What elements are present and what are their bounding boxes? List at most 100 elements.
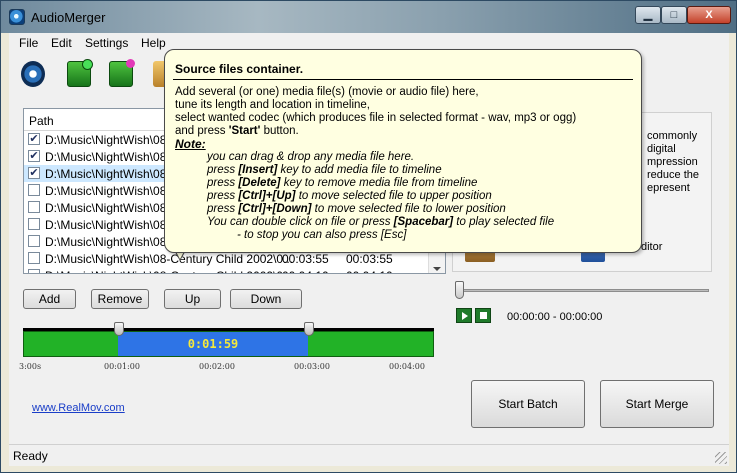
- editor-label: ditor: [641, 241, 663, 253]
- player-time: 00:00:00 - 00:00:00: [507, 311, 603, 323]
- row-path: D:\Music\NightWish\08-C: [45, 184, 180, 198]
- row-end: 00:03:55: [346, 252, 393, 266]
- maximize-button[interactable]: □: [661, 6, 687, 24]
- menu-edit[interactable]: Edit: [51, 36, 72, 50]
- up-button[interactable]: Up: [164, 289, 221, 309]
- tooltip-line: Add several (or one) media file(s) (movi…: [175, 86, 479, 98]
- tooltip-note-line: You can double click on file or press [S…: [207, 216, 554, 228]
- timeline[interactable]: 0:01:59: [23, 322, 434, 357]
- note-text: to move selected file to lower position: [311, 203, 506, 215]
- tooltip-divider: [173, 79, 633, 80]
- note-key: [Ctrl]+[Up]: [238, 190, 296, 202]
- note-text: you can drag & drop any media file here.: [207, 151, 415, 163]
- row-checkbox[interactable]: [28, 201, 40, 213]
- row-path: D:\Music\NightWish\08-C: [45, 201, 180, 215]
- remove-button[interactable]: Remove: [91, 289, 149, 309]
- timeline-tick: 3:00s: [19, 362, 42, 371]
- column-path: Path: [29, 114, 54, 128]
- timeline-start-handle[interactable]: [114, 322, 124, 336]
- tooltip-note-line: press [Delete] key to remove media file …: [207, 177, 477, 189]
- website-link[interactable]: www.RealMov.com: [32, 402, 125, 414]
- note-text: press: [207, 203, 239, 215]
- note-text: press: [207, 177, 239, 189]
- play-icon[interactable]: [456, 308, 472, 323]
- codec-info-line: epresent: [647, 182, 690, 194]
- start-merge-button[interactable]: Start Merge: [600, 380, 714, 428]
- tooltip-title: Source files container.: [175, 62, 304, 76]
- row-length: 00:03:55: [282, 252, 329, 266]
- close-button[interactable]: X: [687, 6, 731, 24]
- add-file-button[interactable]: [63, 57, 95, 91]
- row-end: 00:04:10: [346, 269, 393, 273]
- remove-file-button[interactable]: [105, 57, 137, 91]
- note-text: - to stop you can also press [Esc]: [237, 229, 407, 241]
- open-media-button[interactable]: [17, 57, 49, 91]
- note-text: press: [207, 190, 239, 202]
- row-checkbox[interactable]: ✔: [28, 150, 40, 162]
- status-text: Ready: [13, 449, 48, 463]
- resize-grip-icon[interactable]: [715, 452, 727, 464]
- add-file-icon: [67, 59, 93, 87]
- row-checkbox[interactable]: [28, 269, 40, 273]
- note-key: [Delete]: [238, 177, 281, 189]
- player-seek-handle[interactable]: [455, 281, 464, 299]
- window-title: AudioMerger: [31, 10, 106, 25]
- row-checkbox[interactable]: [28, 252, 40, 264]
- row-checkbox[interactable]: [28, 218, 40, 230]
- timeline-tick: 00:04:00: [389, 362, 425, 371]
- note-text: to play selected file: [453, 216, 555, 228]
- row-path: D:\Music\NightWish\08-C: [45, 150, 180, 164]
- tooltip-start-key: 'Start': [228, 125, 261, 137]
- timeline-tick: 00:01:00: [104, 362, 140, 371]
- scroll-down-icon[interactable]: [433, 267, 441, 271]
- row-path: D:\Music\NightWish\08-C: [45, 218, 180, 232]
- row-length: 00:04:10: [282, 269, 329, 273]
- tooltip-note-line: - to stop you can also press [Esc]: [237, 229, 406, 241]
- minimize-button[interactable]: ▁: [635, 6, 661, 24]
- tooltip-note-line: press [Ctrl]+[Down] to move selected fil…: [207, 203, 506, 215]
- tooltip-start-line: and press 'Start' button.: [175, 125, 299, 137]
- add-button[interactable]: Add: [23, 289, 76, 309]
- note-text: press: [207, 164, 239, 176]
- row-path: D:\Music\NightWish\08-Century Child 2002…: [45, 269, 293, 273]
- down-button[interactable]: Down: [230, 289, 302, 309]
- timeline-end-handle[interactable]: [304, 322, 314, 336]
- start-batch-button[interactable]: Start Batch: [471, 380, 585, 428]
- note-text: to move selected file to upper position: [295, 190, 492, 202]
- tooltip-note-line: press [Ctrl]+[Up] to move selected file …: [207, 190, 492, 202]
- timeline-tick: 00:02:00: [199, 362, 235, 371]
- tooltip: Source files container. Add several (or …: [164, 49, 642, 253]
- codec-info-line: commonly: [647, 130, 698, 142]
- row-checkbox[interactable]: ✔: [28, 167, 40, 179]
- tooltip-line: tune its length and location in timeline…: [175, 99, 370, 111]
- status-bar: Ready: [9, 444, 729, 466]
- row-path: D:\Music\NightWish\08-Century Child 2002…: [45, 252, 294, 266]
- note-text: key to remove media file from timeline: [280, 177, 478, 189]
- codec-info-line: digital: [647, 143, 676, 155]
- tooltip-line: select wanted codec (which produces file…: [175, 112, 577, 124]
- tooltip-note-line: you can drag & drop any media file here.: [207, 151, 414, 163]
- table-row[interactable]: D:\Music\NightWish\08-Century Child 2002…: [24, 267, 445, 273]
- media-disc-icon: [21, 61, 45, 87]
- menu-help[interactable]: Help: [141, 36, 166, 50]
- remove-file-icon: [109, 59, 135, 87]
- menu-file[interactable]: File: [19, 36, 38, 50]
- codec-info-line: reduce the: [647, 169, 699, 181]
- title-bar[interactable]: AudioMerger ▁ □ X: [1, 1, 736, 33]
- note-key: [Ctrl]+[Down]: [238, 203, 312, 215]
- row-path: D:\Music\NightWish\08-C: [45, 167, 180, 181]
- tooltip-note-heading: Note:: [175, 137, 206, 151]
- tooltip-start-pre: and press: [175, 125, 229, 137]
- stop-icon[interactable]: [475, 308, 491, 323]
- row-path: D:\Music\NightWish\08-C: [45, 235, 180, 249]
- row-checkbox[interactable]: [28, 235, 40, 247]
- selection-duration: 0:01:59: [187, 337, 239, 351]
- codec-info-line: mpression: [647, 156, 698, 168]
- menu-settings[interactable]: Settings: [85, 36, 128, 50]
- app-window: AudioMerger ▁ □ X File Edit Settings Hel…: [0, 0, 737, 473]
- row-path: D:\Music\NightWish\08-C: [45, 133, 180, 147]
- row-checkbox[interactable]: ✔: [28, 133, 40, 145]
- player-seek-track[interactable]: [456, 289, 709, 292]
- tooltip-start-post: button.: [260, 125, 299, 137]
- row-checkbox[interactable]: [28, 184, 40, 196]
